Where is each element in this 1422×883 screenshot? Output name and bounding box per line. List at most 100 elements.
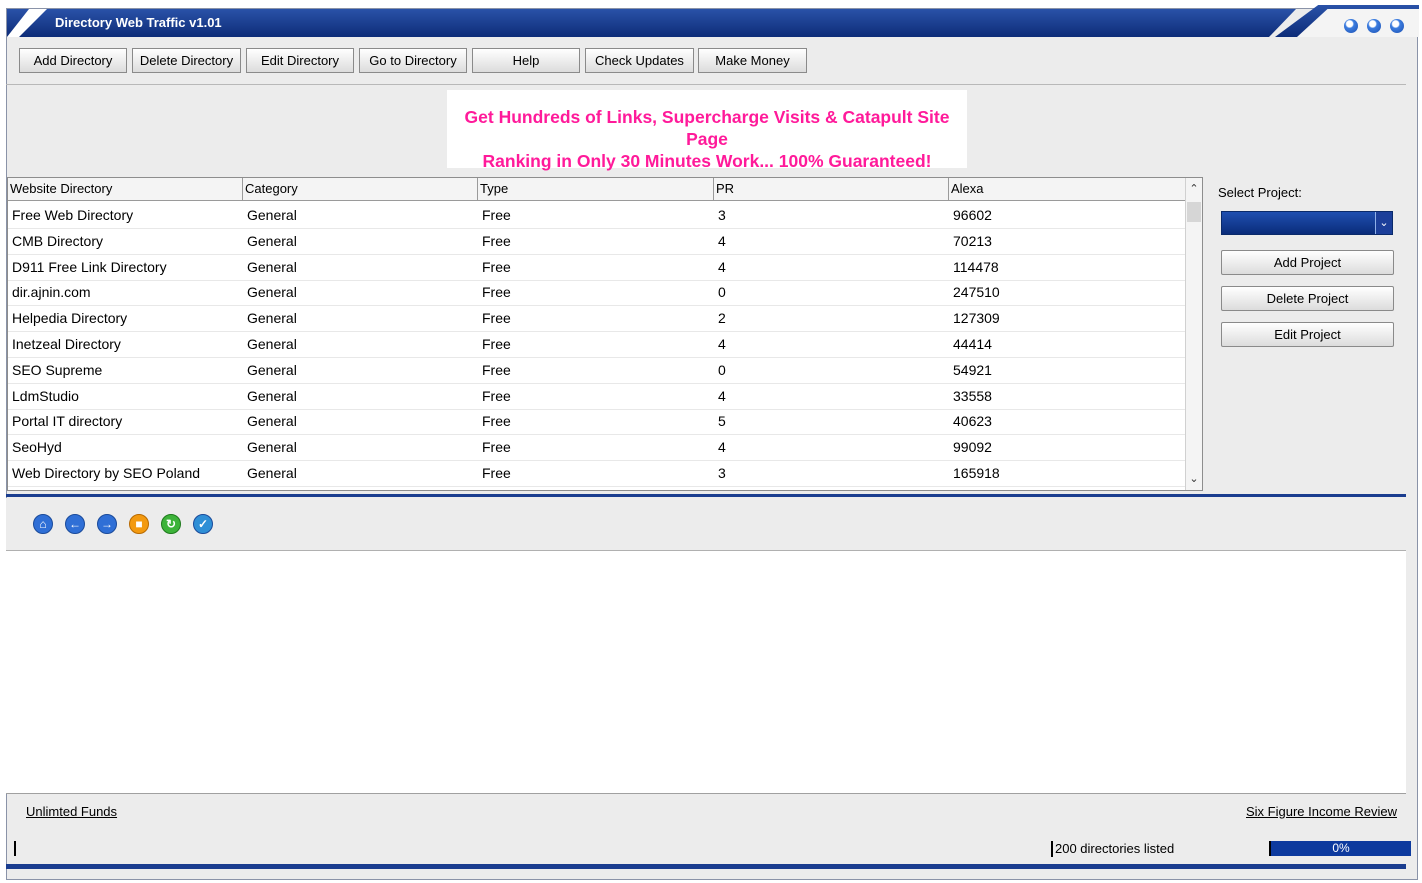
scroll-thumb[interactable] xyxy=(1187,202,1201,222)
go-to-directory-button[interactable]: Go to Directory xyxy=(359,48,467,73)
table-row[interactable]: SeoHyd General Free 4 99092 xyxy=(8,434,1188,462)
cell-alexa: 99092 xyxy=(953,439,992,456)
check-icon[interactable]: ✓ xyxy=(193,514,213,534)
cell-category: General xyxy=(247,465,297,481)
cell-category: General xyxy=(247,258,297,275)
delete-directory-button[interactable]: Delete Directory xyxy=(132,48,241,73)
add-project-button[interactable]: Add Project xyxy=(1221,250,1394,275)
cell-alexa: 165918 xyxy=(953,465,1000,481)
close-button[interactable] xyxy=(1390,19,1404,33)
cell-category: General xyxy=(247,361,297,378)
cell-category: General xyxy=(247,387,297,404)
table-row[interactable]: Web Directory by SEO Poland General Free 3 1… xyxy=(8,460,1188,487)
home-icon[interactable]: ⌂ xyxy=(33,514,53,534)
cell-website: SEO Supreme xyxy=(12,361,103,378)
cell-website: Portal IT directory xyxy=(12,413,123,430)
cell-alexa: 44414 xyxy=(953,336,992,352)
table-row[interactable]: dir.ajnin.com General Free 0 247510 xyxy=(8,279,1188,307)
edit-project-button[interactable]: Edit Project xyxy=(1221,322,1394,347)
cell-category: General xyxy=(247,284,297,301)
cell-pr: 4 xyxy=(718,336,726,352)
cell-alexa: 96602 xyxy=(953,207,992,223)
cell-type: Free xyxy=(482,413,511,430)
cell-website: D911 Free Link Directory xyxy=(12,258,167,275)
cell-website: Helpedia Directory xyxy=(12,310,128,327)
banner-line-1: Get Hundreds of Links, Supercharge Visit… xyxy=(464,107,950,149)
table-row[interactable]: D911 Free Link Directory General Free 4 1144… xyxy=(8,254,1188,281)
cell-alexa: 70213 xyxy=(953,232,992,249)
table-row[interactable]: Inetzeal Directory General Free 4 44414 xyxy=(8,331,1188,358)
column-header-type[interactable]: Type xyxy=(478,178,714,200)
table-row[interactable]: Free Web Directory General Free 3 96602 xyxy=(8,202,1188,229)
window-title: Directory Web Traffic v1.01 xyxy=(55,15,222,30)
cell-type: Free xyxy=(482,258,511,275)
cell-type: Free xyxy=(482,207,511,223)
cell-type: Free xyxy=(482,310,511,327)
scroll-up-icon[interactable]: ⌃ xyxy=(1186,180,1202,198)
maximize-button[interactable] xyxy=(1367,19,1381,33)
edit-directory-button[interactable]: Edit Directory xyxy=(246,48,354,73)
cell-website: Free Web Directory xyxy=(12,207,134,223)
ad-banner[interactable]: Get Hundreds of Links, Supercharge Visit… xyxy=(447,90,967,171)
scroll-down-icon[interactable]: ⌄ xyxy=(1186,470,1202,488)
help-button[interactable]: Help xyxy=(472,48,580,73)
cell-pr: 4 xyxy=(718,439,726,456)
cell-website: Web Directory by SEO Poland xyxy=(12,465,201,481)
column-header-category[interactable]: Category xyxy=(243,178,478,200)
select-project-label: Select Project: xyxy=(1218,185,1302,200)
cell-alexa: 247510 xyxy=(953,284,1000,301)
table-vertical-scrollbar[interactable]: ⌃ ⌄ xyxy=(1185,178,1202,490)
cell-pr: 0 xyxy=(718,361,726,378)
refresh-icon[interactable]: ↻ xyxy=(161,514,181,534)
add-directory-button[interactable]: Add Directory xyxy=(19,48,127,73)
cell-category: General xyxy=(247,336,297,352)
browser-view[interactable] xyxy=(6,551,1406,794)
table-row[interactable]: Portal IT directory General Free 5 40623 xyxy=(8,408,1188,436)
table-row[interactable]: Helpedia Directory General Free 2 127309 xyxy=(8,305,1188,333)
status-bar: 200 directories listed 0% xyxy=(6,838,1411,858)
table-header: Website Directory Category Type PR Alexa xyxy=(8,178,1188,201)
cell-type: Free xyxy=(482,284,511,301)
cell-category: General xyxy=(247,439,297,456)
chevron-down-icon[interactable]: ⌄ xyxy=(1375,212,1392,234)
minimize-button[interactable] xyxy=(1344,19,1358,33)
table-row[interactable]: SEO Supreme General Free 0 54921 xyxy=(8,357,1188,384)
cell-category: General xyxy=(247,413,297,430)
cell-pr: 3 xyxy=(718,207,726,223)
cell-type: Free xyxy=(482,465,511,481)
cell-alexa: 54921 xyxy=(953,361,992,378)
project-select[interactable]: ⌄ xyxy=(1221,211,1393,235)
table-row[interactable]: LdmStudio General Free 4 33558 xyxy=(8,383,1188,410)
cell-alexa: 33558 xyxy=(953,387,992,404)
stop-icon[interactable]: ■ xyxy=(129,514,149,534)
cell-pr: 5 xyxy=(718,413,726,430)
cell-pr: 2 xyxy=(718,310,726,327)
cell-website: LdmStudio xyxy=(12,387,79,404)
cell-website: CMB Directory xyxy=(12,232,104,249)
column-header-alexa[interactable]: Alexa xyxy=(949,178,1188,200)
unlimited-funds-link[interactable]: Unlimted Funds xyxy=(26,804,117,819)
progress-label: 0% xyxy=(1332,841,1350,855)
title-bar[interactable]: Directory Web Traffic v1.01 xyxy=(7,9,1297,37)
cell-pr: 4 xyxy=(718,258,726,275)
directory-table[interactable]: Website Directory Category Type PR Alexa… xyxy=(7,177,1203,491)
cell-alexa: 40623 xyxy=(953,413,992,430)
table-row[interactable]: CMB Directory General Free 4 70213 xyxy=(8,228,1188,255)
six-figure-income-review-link[interactable]: Six Figure Income Review xyxy=(1246,804,1397,819)
cell-pr: 4 xyxy=(718,387,726,404)
toolbar-divider xyxy=(6,84,1406,85)
make-money-button[interactable]: Make Money xyxy=(698,48,807,73)
progress-bar: 0% xyxy=(1269,841,1411,856)
column-header-pr[interactable]: PR xyxy=(714,178,949,200)
back-icon[interactable]: ← xyxy=(65,514,85,534)
window-bottom-edge xyxy=(6,864,1406,869)
column-header-website-directory[interactable]: Website Directory xyxy=(8,178,243,200)
cell-type: Free xyxy=(482,439,511,456)
splitter[interactable] xyxy=(6,494,1406,497)
status-text: 200 directories listed xyxy=(1051,841,1174,857)
delete-project-button[interactable]: Delete Project xyxy=(1221,286,1394,311)
cell-pr: 3 xyxy=(718,465,726,481)
cell-website: dir.ajnin.com xyxy=(12,284,91,301)
check-updates-button[interactable]: Check Updates xyxy=(585,48,694,73)
forward-icon[interactable]: → xyxy=(97,514,117,534)
